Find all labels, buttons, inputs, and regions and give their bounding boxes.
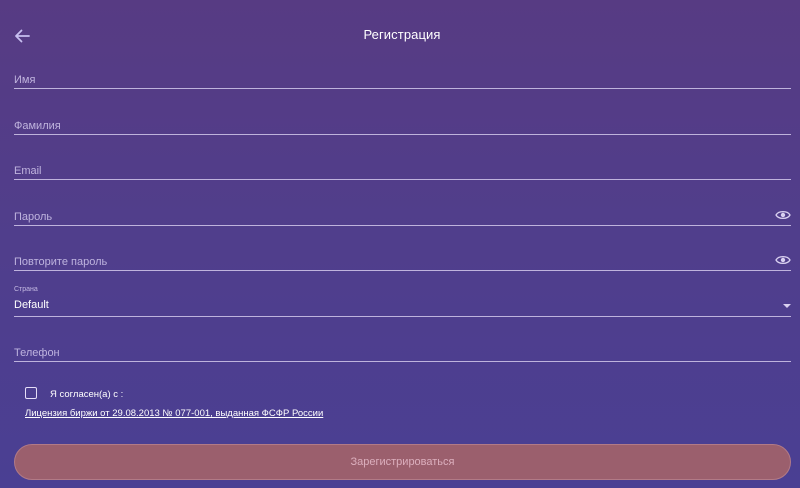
password-input[interactable] [14,211,754,223]
header: Регистрация [0,0,800,70]
last-name-field[interactable] [14,112,791,135]
register-button-label: Зарегистрироваться [350,456,455,468]
license-link[interactable]: Лицензия биржи от 29.08.2013 № 077-001, … [25,408,323,419]
first-name-input[interactable] [14,74,754,86]
country-select[interactable] [14,284,791,317]
eye-icon[interactable] [775,254,791,266]
phone-input[interactable] [14,347,754,359]
password-repeat-field[interactable] [14,248,791,271]
password-repeat-input[interactable] [14,256,754,268]
email-field[interactable] [14,157,791,180]
agree-label: Я согласен(а) с : [50,389,124,400]
agree-checkbox[interactable] [25,387,37,399]
password-field[interactable] [14,203,791,226]
register-button[interactable]: Зарегистрироваться [14,444,791,480]
eye-icon[interactable] [775,209,791,221]
country-label: Страна [14,286,38,293]
page-title: Регистрация [363,27,441,42]
phone-field[interactable] [14,339,791,362]
country-value[interactable]: Default [14,299,49,311]
email-input[interactable] [14,165,754,177]
first-name-field[interactable] [14,66,791,89]
caret-down-icon[interactable] [783,304,791,308]
last-name-input[interactable] [14,120,754,132]
